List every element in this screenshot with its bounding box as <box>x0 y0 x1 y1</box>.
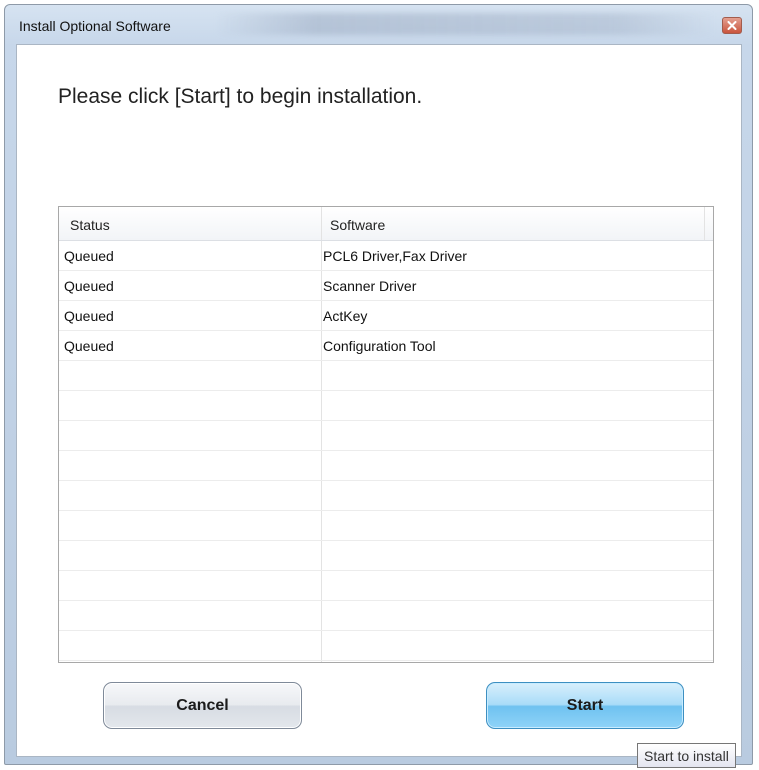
empty-list-row <box>59 451 713 481</box>
empty-list-row <box>59 361 713 391</box>
column-divider[interactable] <box>321 207 322 240</box>
empty-list-row <box>59 481 713 511</box>
column-header-status[interactable]: Status <box>70 217 110 233</box>
software-cell: PCL6 Driver,Fax Driver <box>323 248 467 264</box>
software-list[interactable]: Status Software Queued PCL6 Driver,Fax Dr… <box>58 206 714 663</box>
status-cell: Queued <box>64 338 114 354</box>
list-row[interactable]: Queued Scanner Driver <box>59 271 713 301</box>
list-row[interactable]: Queued PCL6 Driver,Fax Driver <box>59 241 713 271</box>
column-header-software[interactable]: Software <box>330 217 385 233</box>
list-row[interactable]: Queued Configuration Tool <box>59 331 713 361</box>
close-button[interactable] <box>722 17 742 34</box>
empty-list-row <box>59 421 713 451</box>
software-cell: ActKey <box>323 308 368 324</box>
installer-window: Install Optional Software Please click [… <box>4 4 753 765</box>
start-button[interactable]: Start <box>486 682 684 729</box>
software-cell: Configuration Tool <box>323 338 436 354</box>
dialog-content: Please click [Start] to begin installati… <box>16 44 742 757</box>
empty-list-row <box>59 541 713 571</box>
empty-list-row <box>59 601 713 631</box>
empty-list-row <box>59 571 713 601</box>
empty-list-row <box>59 391 713 421</box>
status-cell: Queued <box>64 248 114 264</box>
list-row[interactable]: Queued ActKey <box>59 301 713 331</box>
software-cell: Scanner Driver <box>323 278 417 294</box>
list-rows: Queued PCL6 Driver,Fax Driver Queued Scanne… <box>59 241 713 661</box>
cancel-button[interactable]: Cancel <box>103 682 302 729</box>
empty-list-row <box>59 511 713 541</box>
title-bar[interactable]: Install Optional Software <box>5 5 752 41</box>
instruction-text: Please click [Start] to begin installati… <box>58 85 423 108</box>
status-cell: Queued <box>64 278 114 294</box>
blurred-title-overlay <box>215 13 715 35</box>
list-header: Status Software <box>59 207 713 241</box>
close-icon <box>727 21 737 30</box>
column-divider[interactable] <box>704 207 705 240</box>
start-tooltip: Start to install <box>637 743 736 768</box>
status-cell: Queued <box>64 308 114 324</box>
empty-list-row <box>59 631 713 661</box>
window-title: Install Optional Software <box>19 18 171 34</box>
